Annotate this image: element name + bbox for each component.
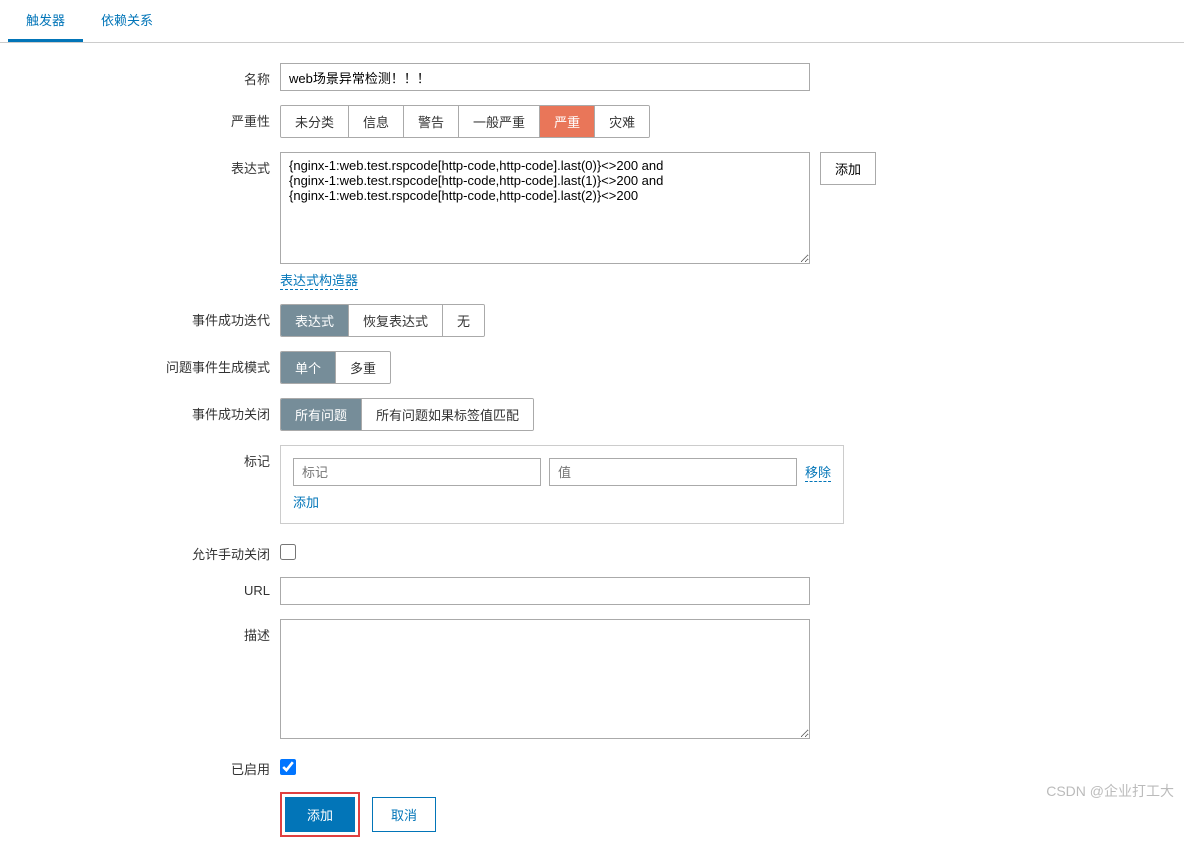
label-url: URL	[0, 577, 280, 598]
severity-opt-4[interactable]: 严重	[540, 106, 595, 137]
allow-manual-close-checkbox[interactable]	[280, 544, 296, 560]
event-close-segment: 所有问题 所有问题如果标签值匹配	[280, 398, 534, 431]
trigger-form: 名称 严重性 未分类 信息 警告 一般严重 严重 灾难 表达式 {nginx-1…	[0, 43, 1184, 857]
label-allow-manual-close: 允许手动关闭	[0, 538, 280, 563]
description-textarea[interactable]	[280, 619, 810, 739]
severity-opt-3[interactable]: 一般严重	[459, 106, 540, 137]
severity-opt-0[interactable]: 未分类	[281, 106, 349, 137]
tab-trigger[interactable]: 触发器	[8, 0, 83, 42]
event-iter-opt-0[interactable]: 表达式	[281, 305, 349, 336]
label-event-iteration: 事件成功迭代	[0, 304, 280, 329]
event-iteration-segment: 表达式 恢复表达式 无	[280, 304, 485, 337]
severity-opt-1[interactable]: 信息	[349, 106, 404, 137]
severity-segment: 未分类 信息 警告 一般严重 严重 灾难	[280, 105, 650, 138]
tab-bar: 触发器 依赖关系	[0, 0, 1184, 43]
label-tags: 标记	[0, 445, 280, 470]
event-iter-opt-2[interactable]: 无	[443, 305, 484, 336]
highlight-box: 添加	[280, 792, 360, 837]
label-name: 名称	[0, 63, 280, 88]
expression-builder-link[interactable]: 表达式构造器	[280, 270, 358, 290]
problem-gen-segment: 单个 多重	[280, 351, 391, 384]
tab-dependency[interactable]: 依赖关系	[83, 0, 171, 42]
enabled-checkbox[interactable]	[280, 759, 296, 775]
submit-button[interactable]: 添加	[285, 797, 355, 832]
problem-gen-opt-0[interactable]: 单个	[281, 352, 336, 383]
problem-gen-opt-1[interactable]: 多重	[336, 352, 390, 383]
label-description: 描述	[0, 619, 280, 644]
tag-value-input[interactable]	[549, 458, 797, 486]
label-expression: 表达式	[0, 152, 280, 177]
label-enabled: 已启用	[0, 753, 280, 778]
tag-add-link[interactable]: 添加	[293, 492, 831, 511]
name-input[interactable]	[280, 63, 810, 91]
severity-opt-2[interactable]: 警告	[404, 106, 459, 137]
event-iter-opt-1[interactable]: 恢复表达式	[349, 305, 443, 336]
tags-container: 移除 添加	[280, 445, 844, 524]
expression-textarea[interactable]: {nginx-1:web.test.rspcode[http-code,http…	[280, 152, 810, 264]
label-event-close: 事件成功关闭	[0, 398, 280, 423]
label-severity: 严重性	[0, 105, 280, 130]
tag-remove-link[interactable]: 移除	[805, 462, 831, 482]
tag-name-input[interactable]	[293, 458, 541, 486]
cancel-button[interactable]: 取消	[372, 797, 436, 832]
watermark: CSDN @企业打工大	[1046, 781, 1174, 801]
url-input[interactable]	[280, 577, 810, 605]
add-expression-button[interactable]: 添加	[820, 152, 876, 185]
severity-opt-5[interactable]: 灾难	[595, 106, 649, 137]
event-close-opt-1[interactable]: 所有问题如果标签值匹配	[362, 399, 533, 430]
label-problem-gen-mode: 问题事件生成模式	[0, 351, 280, 376]
event-close-opt-0[interactable]: 所有问题	[281, 399, 362, 430]
